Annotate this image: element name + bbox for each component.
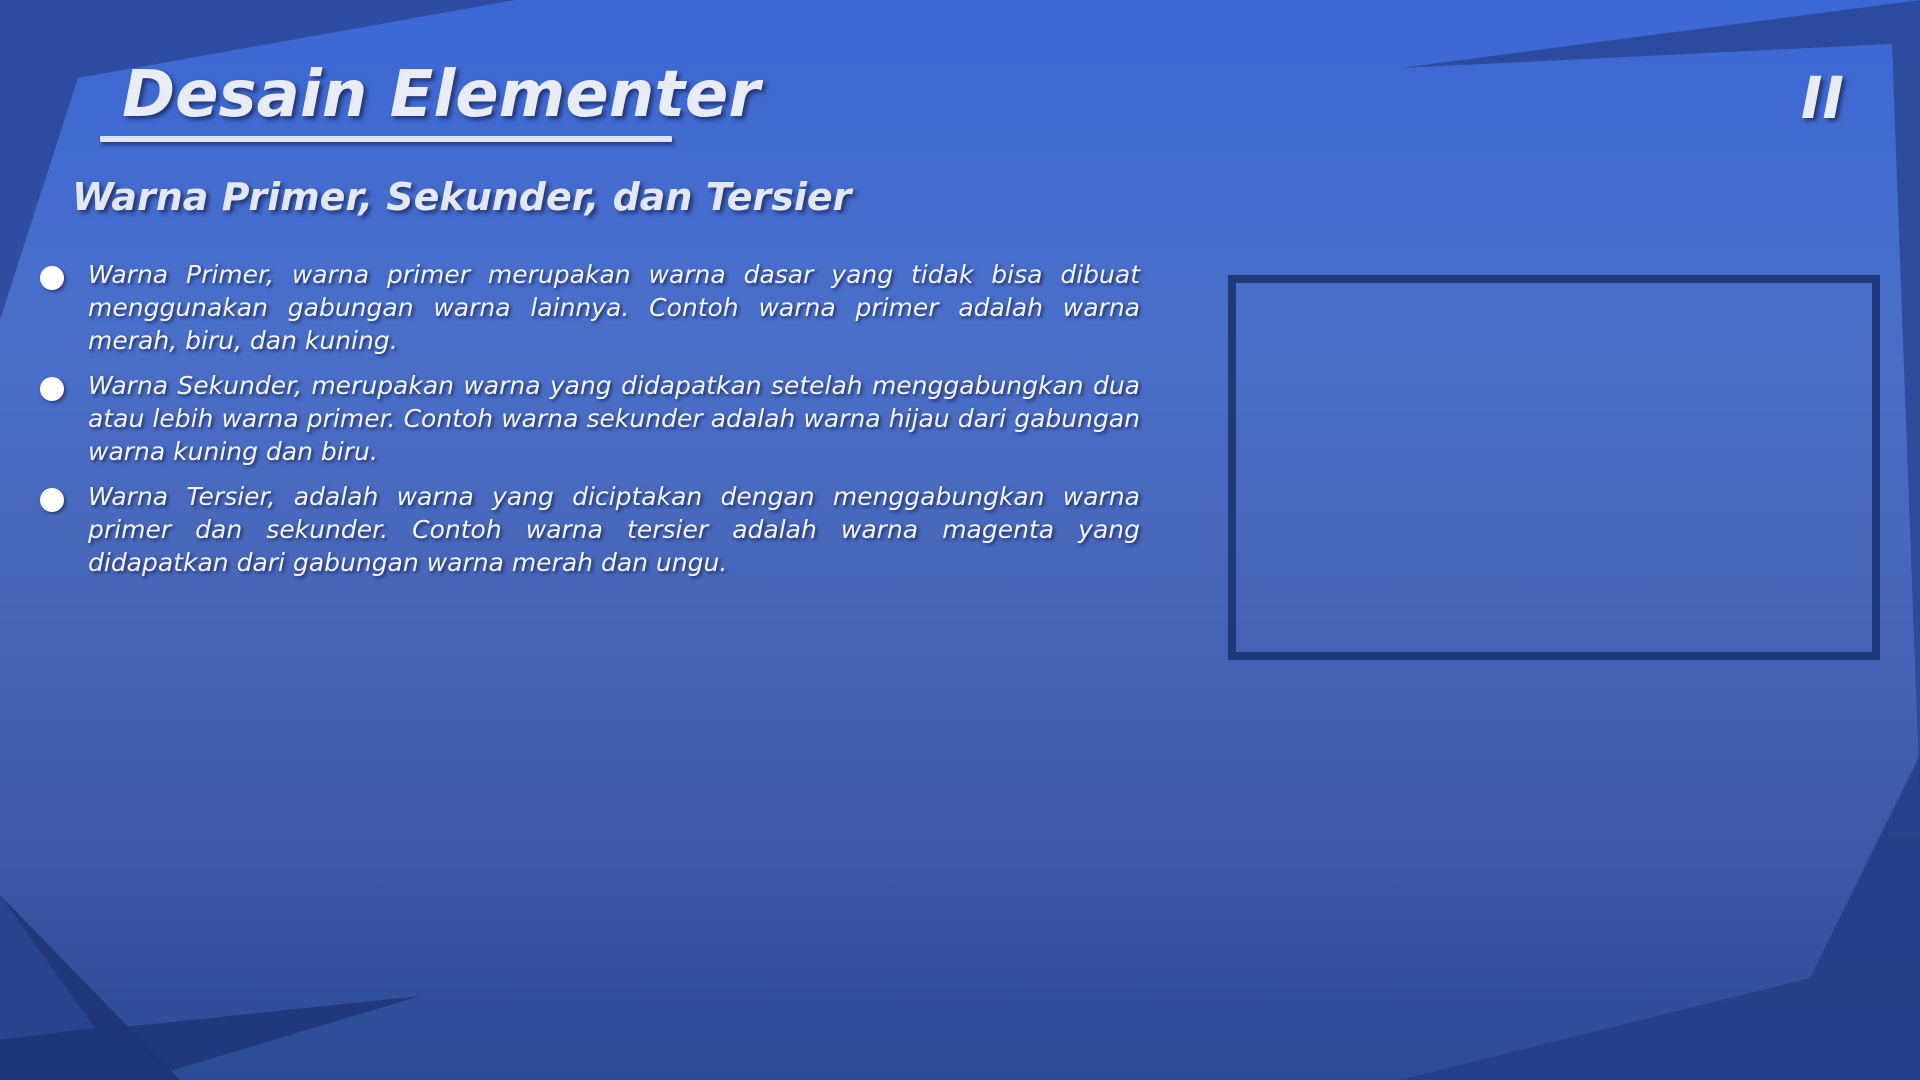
page-number: II — [1800, 64, 1844, 132]
bullet-text: Warna Primer, warna primer merupakan war… — [88, 260, 1140, 355]
bullet-dot-icon — [40, 377, 64, 401]
bullet-list: Warna Primer, warna primer merupakan war… — [36, 258, 1140, 591]
bullet-dot-icon — [40, 266, 64, 290]
title-underline — [100, 136, 672, 142]
slide: Desain Elementer II Warna Primer, Sekund… — [0, 0, 1920, 1080]
slide-title: Desain Elementer — [122, 58, 760, 132]
bullet-text: Warna Sekunder, merupakan warna yang did… — [88, 371, 1140, 466]
bullet-item: Warna Primer, warna primer merupakan war… — [36, 258, 1140, 357]
bg-shape-left-wedge — [0, 895, 95, 1040]
bullet-item: Warna Tersier, adalah warna yang dicipta… — [36, 480, 1140, 579]
bg-shape-right-lower — [1400, 755, 1920, 1080]
bullet-dot-icon — [40, 488, 64, 512]
bullet-item: Warna Sekunder, merupakan warna yang did… — [36, 369, 1140, 468]
image-placeholder-frame — [1228, 275, 1880, 660]
slide-subtitle: Warna Primer, Sekunder, dan Tersier — [72, 175, 852, 219]
bullet-text: Warna Tersier, adalah warna yang dicipta… — [88, 482, 1140, 577]
